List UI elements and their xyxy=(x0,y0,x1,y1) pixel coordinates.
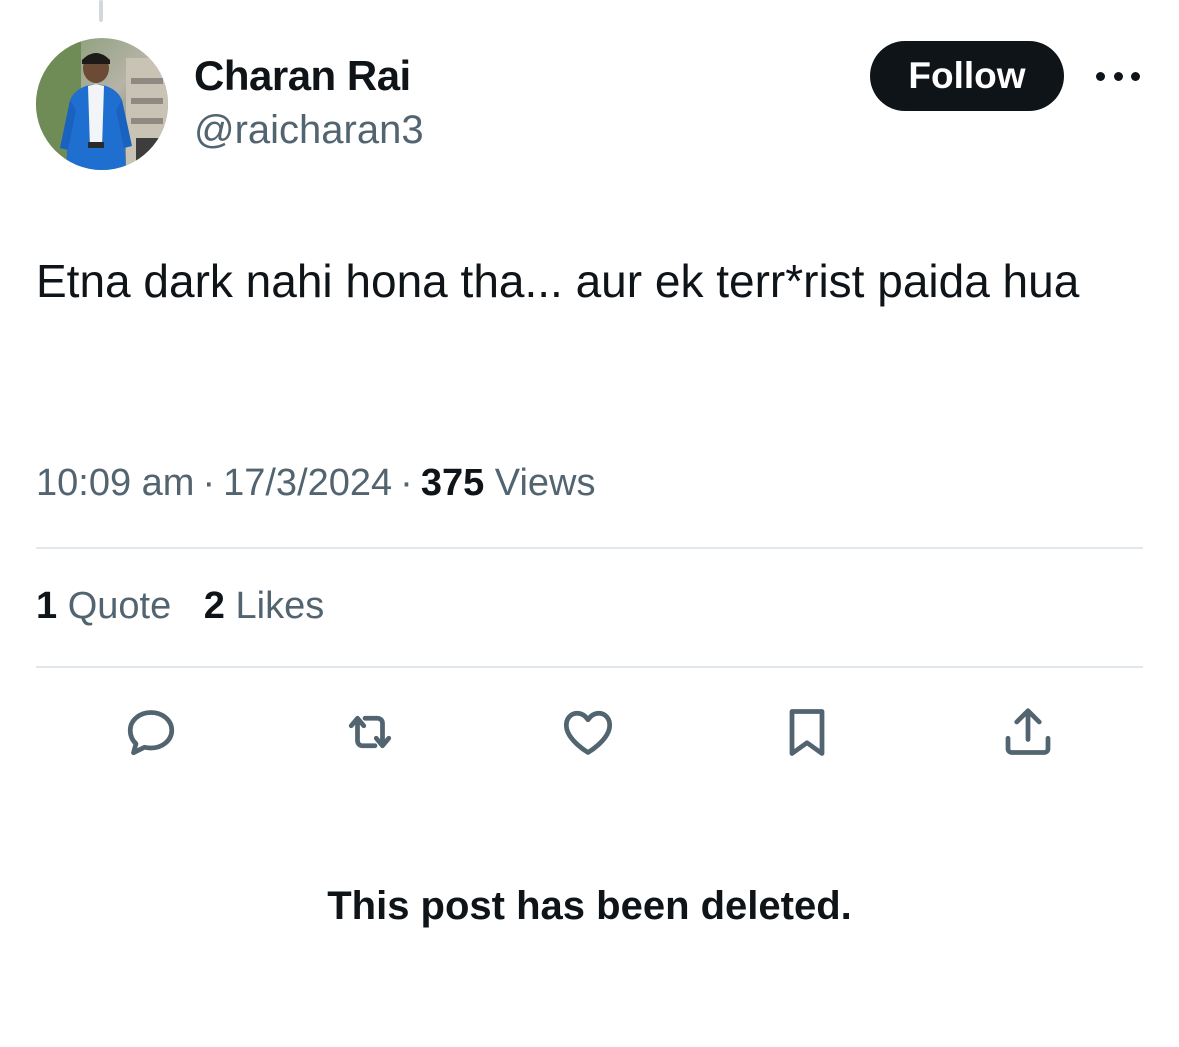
author-name[interactable]: Charan Rai xyxy=(194,52,411,100)
likes-stat[interactable]: 2 Likes xyxy=(204,585,324,627)
author-handle[interactable]: @raicharan3 xyxy=(194,108,424,153)
quote-label: Quote xyxy=(67,585,172,627)
meta-separator: · xyxy=(400,462,413,504)
quotes-stat[interactable]: 1 Quote xyxy=(36,585,171,627)
more-dot xyxy=(1113,71,1123,81)
post-metadata: 10:09 am · 17/3/2024 · 375 Views xyxy=(36,462,595,505)
reply-button[interactable] xyxy=(119,700,183,764)
like-icon xyxy=(563,710,613,755)
repost-icon xyxy=(348,715,392,749)
views-label: Views xyxy=(494,462,596,504)
share-button[interactable] xyxy=(996,700,1060,764)
like-button[interactable] xyxy=(556,700,620,764)
divider xyxy=(36,547,1143,549)
tweet-page: Charan Rai @raicharan3 Follow Etna dark … xyxy=(0,0,1179,1047)
more-options-icon[interactable] xyxy=(1092,56,1144,96)
thread-connector-line xyxy=(99,0,103,22)
avatar-photo xyxy=(36,38,168,170)
engagement-stats: 1 Quote 2 Likes xyxy=(36,585,346,628)
views-count: 375 xyxy=(420,462,485,504)
repost-button[interactable] xyxy=(338,700,402,764)
deleted-post-notice: This post has been deleted. xyxy=(327,884,852,928)
post-date[interactable]: 17/3/2024 xyxy=(223,462,392,504)
likes-count: 2 xyxy=(203,585,225,627)
follow-button[interactable]: Follow xyxy=(870,41,1064,111)
quote-count: 1 xyxy=(36,585,58,627)
action-bar xyxy=(0,700,1179,770)
bookmark-icon xyxy=(789,709,825,756)
avatar[interactable] xyxy=(36,38,168,170)
meta-separator: · xyxy=(202,462,216,504)
share-icon xyxy=(1005,708,1051,755)
divider xyxy=(36,666,1143,668)
likes-label: Likes xyxy=(235,585,325,627)
more-dot xyxy=(1131,71,1140,81)
post-time[interactable]: 10:09 am xyxy=(36,462,194,504)
bookmark-button[interactable] xyxy=(775,700,839,764)
reply-icon xyxy=(127,710,175,756)
post-text: Etna dark nahi hona tha... aur ek terr*r… xyxy=(36,255,1080,307)
more-dot xyxy=(1096,71,1105,81)
